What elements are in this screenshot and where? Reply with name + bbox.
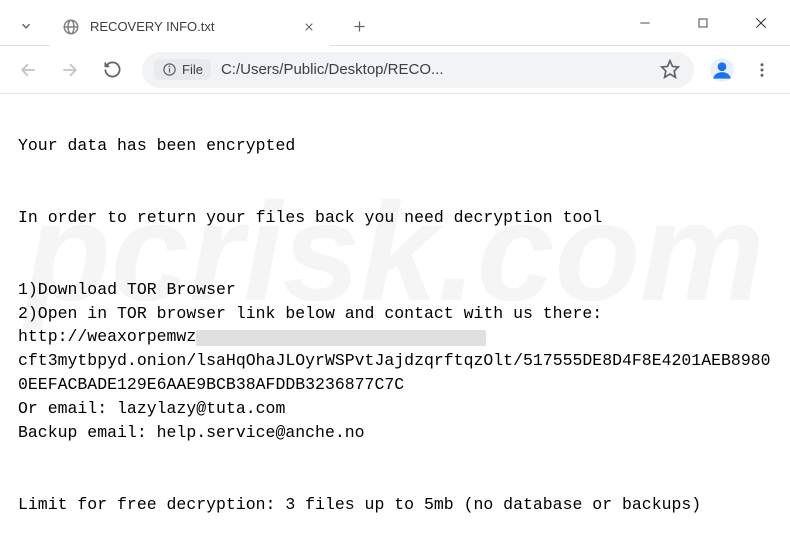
browser-toolbar: File C:/Users/Public/Desktop/RECO... xyxy=(0,46,790,94)
content-line: In order to return your files back you n… xyxy=(18,206,772,230)
menu-button[interactable] xyxy=(744,52,780,88)
maximize-button[interactable] xyxy=(674,0,732,46)
info-icon xyxy=(162,62,177,77)
close-icon xyxy=(304,22,314,32)
arrow-right-icon xyxy=(60,60,80,80)
plus-icon xyxy=(352,19,367,34)
content-line: Your data has been encrypted xyxy=(18,134,772,158)
url-text: C:/Users/Public/Desktop/RECO... xyxy=(221,61,654,78)
profile-button[interactable] xyxy=(706,54,738,86)
address-bar[interactable]: File C:/Users/Public/Desktop/RECO... xyxy=(142,52,694,88)
forward-button[interactable] xyxy=(52,52,88,88)
bookmark-button[interactable] xyxy=(660,59,682,81)
tab-strip: RECOVERY INFO.txt xyxy=(0,0,616,45)
content-block: 1)Download TOR Browser 2)Open in TOR bro… xyxy=(18,278,772,445)
reload-button[interactable] xyxy=(94,52,130,88)
profile-icon xyxy=(709,57,735,83)
minimize-icon xyxy=(638,16,652,30)
tab-title: RECOVERY INFO.txt xyxy=(90,19,300,34)
browser-tab[interactable]: RECOVERY INFO.txt xyxy=(50,8,330,46)
window-controls xyxy=(616,0,790,45)
new-tab-button[interactable] xyxy=(344,12,374,42)
globe-icon xyxy=(62,18,80,36)
minimize-button[interactable] xyxy=(616,0,674,46)
redacted-segment xyxy=(196,330,486,346)
back-button[interactable] xyxy=(10,52,46,88)
arrow-left-icon xyxy=(18,60,38,80)
title-bar: RECOVERY INFO.txt xyxy=(0,0,790,46)
document-content: Your data has been encrypted In order to… xyxy=(0,94,790,557)
close-window-button[interactable] xyxy=(732,0,790,46)
maximize-icon xyxy=(697,17,709,29)
file-protocol-chip[interactable]: File xyxy=(154,59,211,80)
kebab-icon xyxy=(753,61,771,79)
chevron-down-icon xyxy=(19,19,33,33)
file-label: File xyxy=(182,62,203,77)
tab-search-button[interactable] xyxy=(8,9,44,43)
reload-icon xyxy=(103,60,122,79)
content-line: Limit for free decryption: 3 files up to… xyxy=(18,493,772,517)
tab-close-button[interactable] xyxy=(300,18,318,36)
star-icon xyxy=(660,59,680,79)
close-icon xyxy=(754,16,768,30)
